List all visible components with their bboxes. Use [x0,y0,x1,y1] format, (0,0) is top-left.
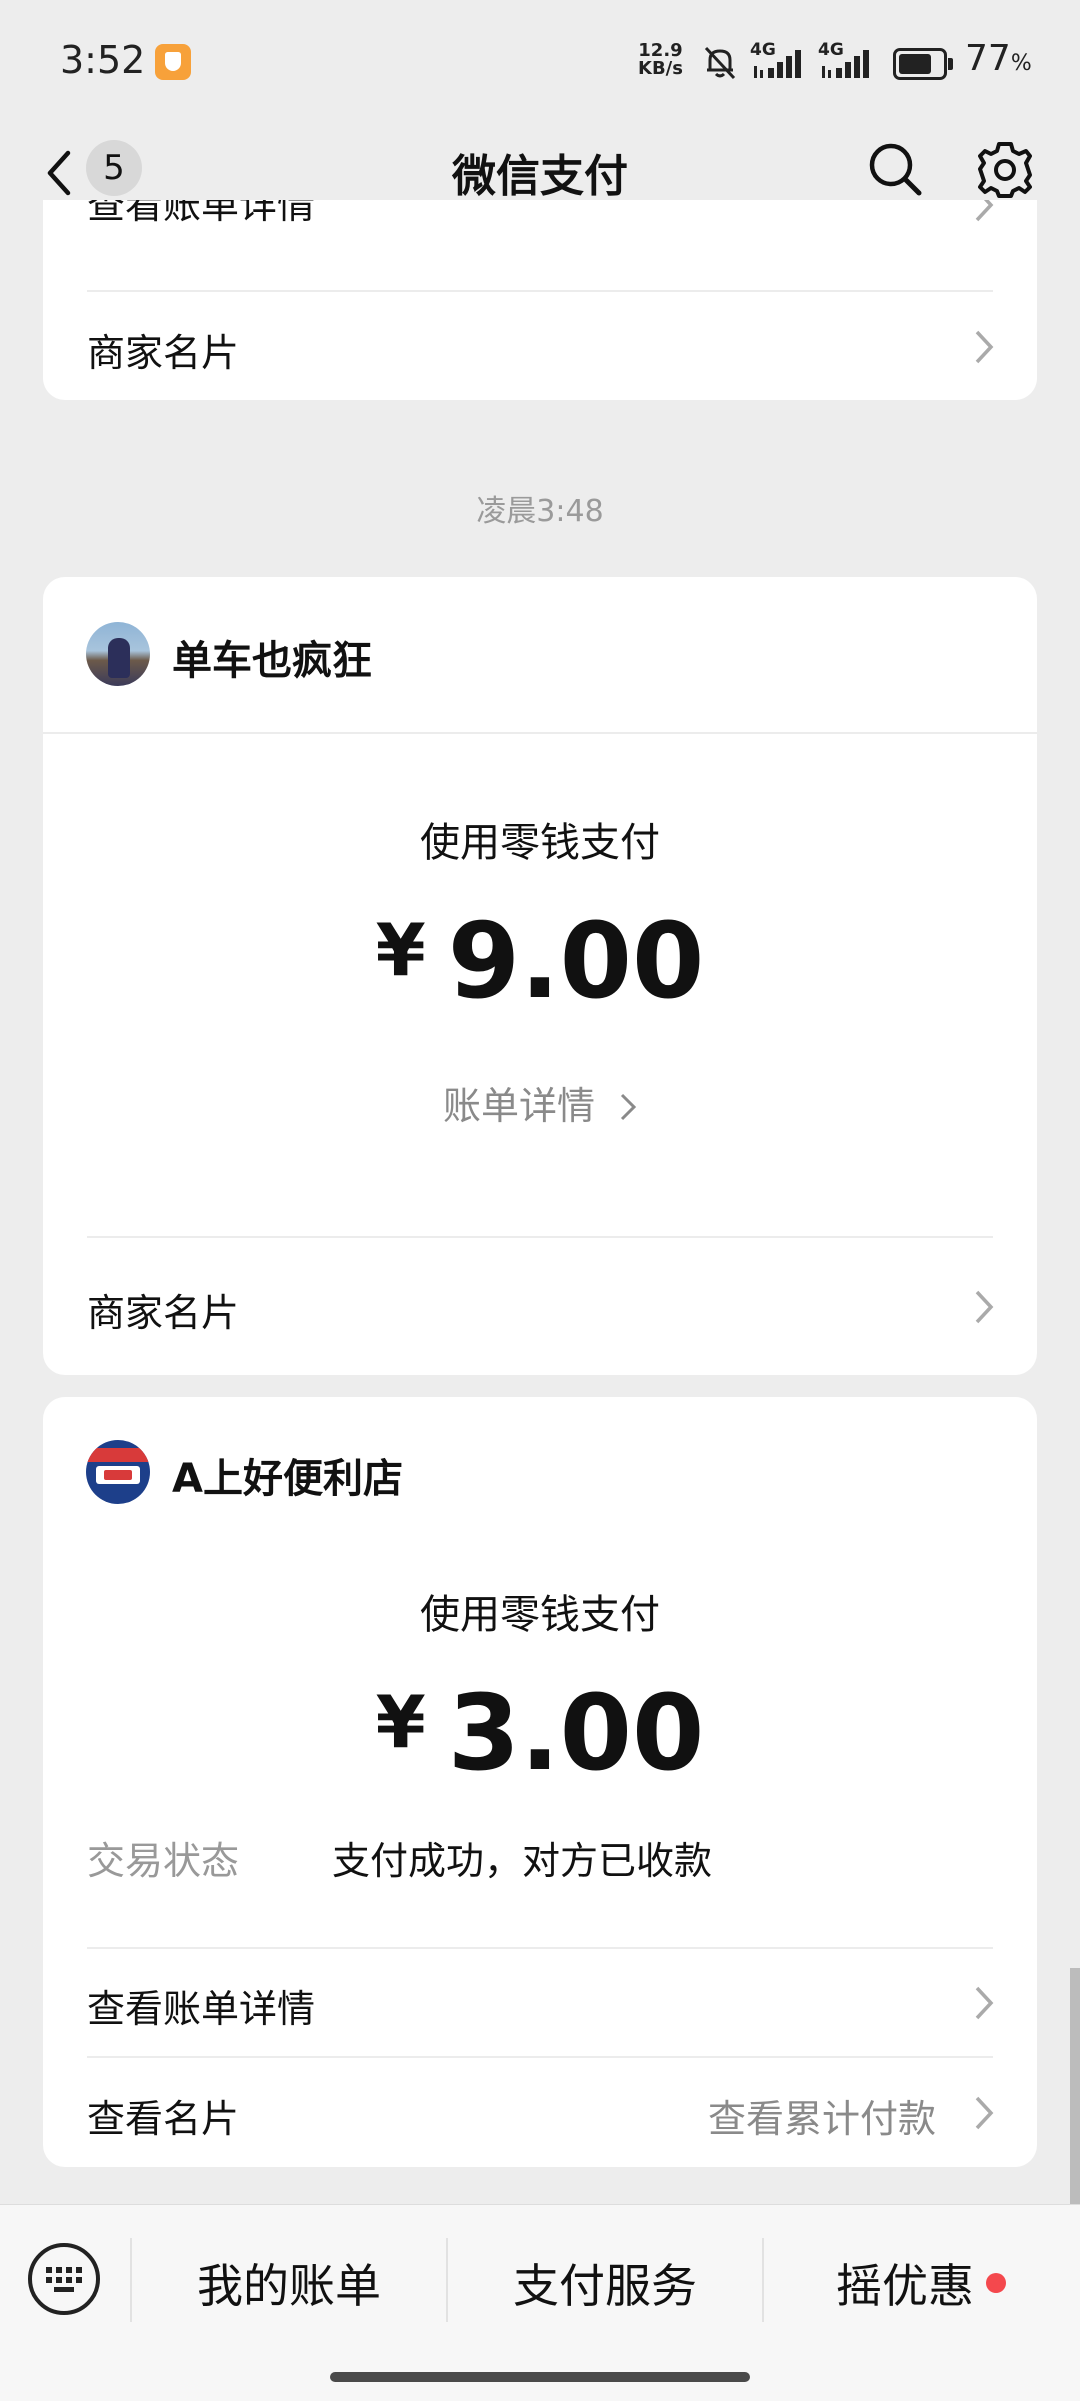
payment-amount: ¥3.00 [43,1672,1037,1794]
merchant-name[interactable]: 单车也疯狂 [172,628,372,686]
amount-value: 9.00 [447,900,705,1022]
status-time: 3:52 [60,38,146,82]
payment-method: 使用零钱支付 [420,820,660,866]
amount-value: 3.00 [447,1672,705,1794]
view-bill-detail-link-partial[interactable]: 查看账单详情 [87,200,315,229]
merchant-avatar [86,1440,150,1504]
merchant-name[interactable]: A上好便利店 [172,1446,403,1504]
divider [87,1947,993,1949]
network-speed-unit: KB/s [638,58,683,79]
view-merchant-card-link[interactable]: 查看名片 [87,2088,239,2143]
divider [43,732,1037,734]
transaction-status-value: 支付成功，对方已收款 [332,1839,713,1883]
search-icon[interactable] [866,140,924,198]
merchant-card-link[interactable]: 商家名片 [87,1282,239,1337]
chevron-right-icon[interactable] [973,1288,995,1326]
currency-symbol: ¥ [375,1680,426,1764]
signal-2-icon [822,50,869,78]
bill-detail-link[interactable]: 账单详情 [43,1075,1037,1130]
view-cumulative-payments-link[interactable]: 查看累计付款 [708,2088,936,2143]
divider [87,290,993,292]
divider [87,1236,993,1238]
battery-unit: % [1010,51,1032,76]
chevron-right-icon [975,200,994,222]
chevron-right-icon[interactable] [973,2094,995,2132]
bell-muted-icon [704,46,736,80]
currency-symbol: ¥ [375,908,426,992]
signal-1-icon [754,50,801,78]
scrollbar[interactable] [1070,1968,1080,2204]
menu-payment-services[interactable]: 支付服务 [448,2250,762,2316]
battery-value: 77 [965,38,1011,79]
transaction-status-label: 交易状态 [87,1839,240,1883]
app-shield-icon [155,44,191,80]
home-indicator[interactable] [330,2372,750,2382]
chevron-right-icon[interactable] [973,1984,995,2022]
divider [87,2056,993,2058]
keyboard-icon[interactable] [28,2243,100,2315]
merchant-card-link[interactable]: 商家名片 [87,322,239,377]
menu-my-bills[interactable]: 我的账单 [132,2250,446,2316]
bill-detail-label: 账单详情 [442,1084,595,1128]
battery-icon [893,48,953,80]
notification-dot [986,2273,1006,2293]
chevron-right-icon [620,1093,637,1121]
view-bill-detail-link[interactable]: 查看账单详情 [87,1978,315,2033]
battery-percent: 77% [965,38,1032,79]
gear-icon[interactable] [976,140,1034,198]
partial-row-clip: 查看账单详情 [0,200,1080,234]
payment-method: 使用零钱支付 [420,1592,660,1638]
payment-amount: ¥9.00 [43,900,1037,1022]
status-bar: 3:52 12.9 KB/s 4G 4G 77% [0,0,1080,120]
network-speed: 12.9 KB/s [638,42,683,78]
merchant-avatar [86,622,150,686]
chevron-right-icon[interactable] [973,328,995,366]
message-timestamp: 凌晨3:48 [476,494,604,529]
